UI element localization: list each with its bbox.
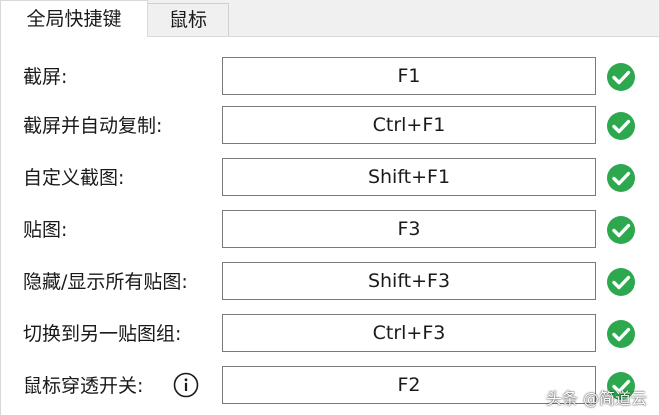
check-circle-icon xyxy=(607,164,635,192)
hotkey-input-toggle-pins[interactable]: Shift+F3 xyxy=(222,262,596,300)
hotkey-input-custom-screenshot[interactable]: Shift+F1 xyxy=(222,158,596,196)
tab-bar: 全局快捷键 鼠标 xyxy=(0,0,659,37)
hotkey-label: 隐藏/显示所有贴图: xyxy=(23,271,188,293)
hotkey-input-screenshot-copy[interactable]: Ctrl+F1 xyxy=(222,106,596,144)
hotkey-label: 截屏并自动复制: xyxy=(23,115,163,137)
hotkey-row-screenshot: 截屏: F1 xyxy=(1,57,659,97)
check-circle-icon xyxy=(607,112,635,140)
check-circle-icon xyxy=(607,216,635,244)
hotkey-settings-panel: 截屏: F1 截屏并自动复制: Ctrl+F1 自定义截图: Shift+F1 … xyxy=(0,37,659,415)
hotkey-label: 切换到另一贴图组: xyxy=(23,323,182,345)
check-circle-icon xyxy=(607,268,635,296)
hotkey-row-switch-pin-group: 切换到另一贴图组: Ctrl+F3 xyxy=(1,314,659,354)
tab-global-hotkeys[interactable]: 全局快捷键 xyxy=(0,0,148,37)
tab-mouse[interactable]: 鼠标 xyxy=(148,3,229,37)
hotkey-input-switch-pin-group[interactable]: Ctrl+F3 xyxy=(222,314,596,352)
hotkey-label: 截屏: xyxy=(23,66,68,88)
info-circle-icon[interactable] xyxy=(173,372,199,398)
check-circle-icon xyxy=(607,320,635,348)
hotkey-label: 鼠标穿透开关: xyxy=(23,375,144,397)
hotkey-row-custom-screenshot: 自定义截图: Shift+F1 xyxy=(1,158,659,198)
hotkey-input-screenshot[interactable]: F1 xyxy=(222,57,596,95)
hotkey-label: 贴图: xyxy=(23,219,68,241)
hotkey-label: 自定义截图: xyxy=(23,167,125,189)
hotkey-row-screenshot-copy: 截屏并自动复制: Ctrl+F1 xyxy=(1,106,659,146)
watermark: 头条 @简道云 xyxy=(545,389,647,408)
hotkey-row-toggle-pins: 隐藏/显示所有贴图: Shift+F3 xyxy=(1,262,659,302)
check-circle-icon xyxy=(607,63,635,91)
hotkey-input-pin[interactable]: F3 xyxy=(222,210,596,248)
hotkey-row-pin: 贴图: F3 xyxy=(1,210,659,250)
hotkey-input-mouse-passthrough[interactable]: F2 xyxy=(222,366,596,404)
